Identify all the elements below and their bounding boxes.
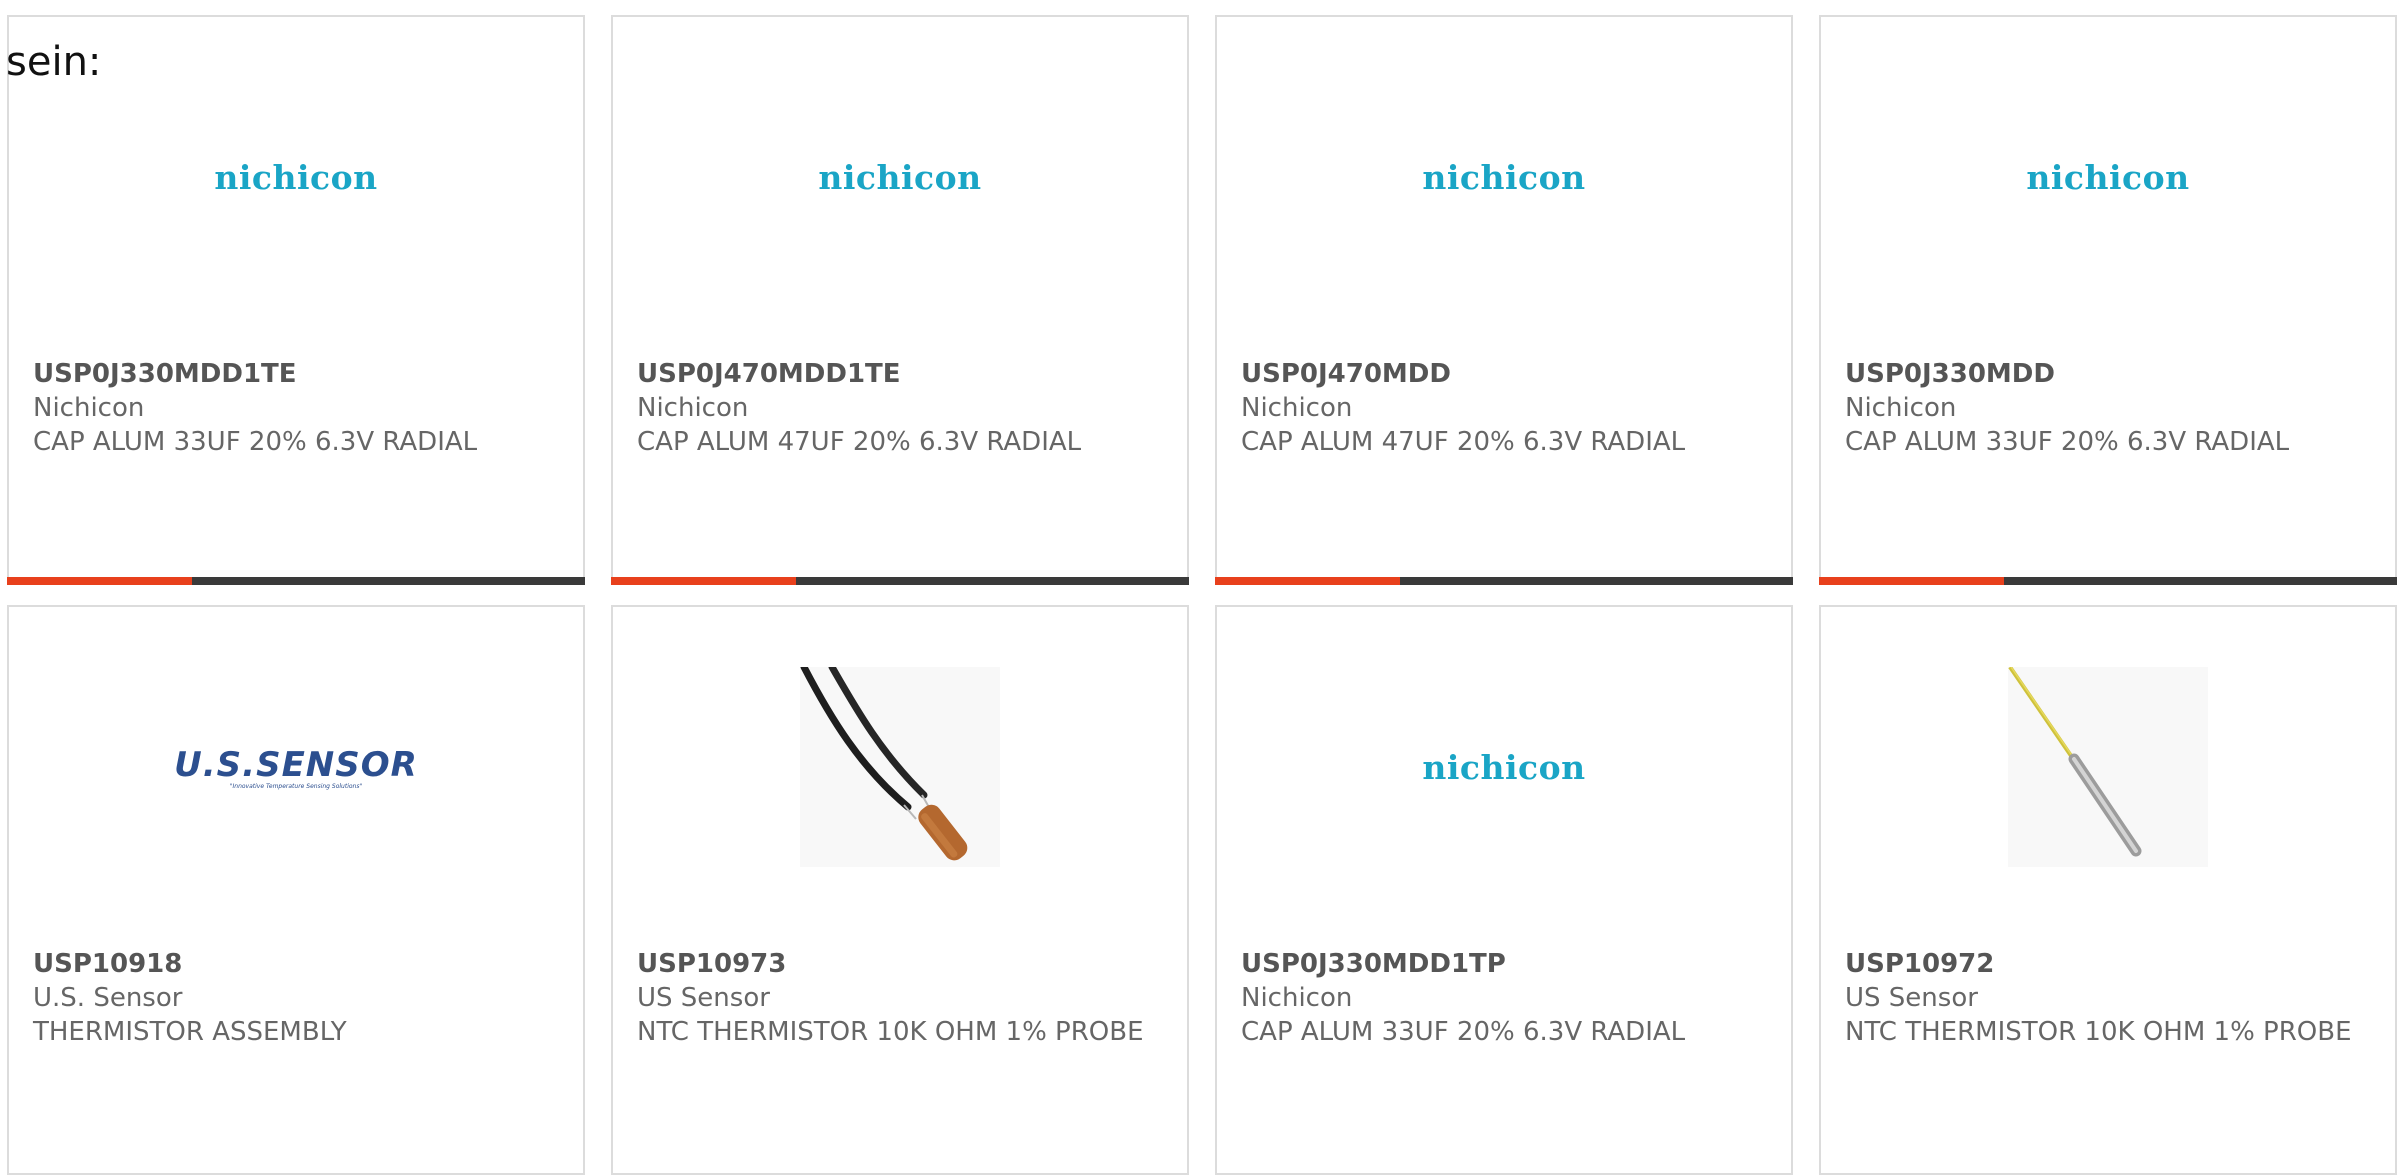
nichicon-logo: nichicon (1422, 157, 1586, 197)
thermistor-probe-steel-photo (2008, 667, 2208, 867)
part-number-link[interactable]: USP0J470MDD1TE (637, 357, 1163, 391)
part-number-link[interactable]: USP0J330MDD1TE (33, 357, 559, 391)
bar-accent (611, 577, 796, 585)
product-image[interactable] (613, 667, 1187, 867)
part-number-link[interactable]: USP0J470MDD (1241, 357, 1767, 391)
product-card[interactable]: nichicon USP0J330MDD1TE Nichicon CAP ALU… (7, 15, 585, 585)
bar-accent (1819, 577, 2004, 585)
bar-accent (1215, 577, 1400, 585)
product-image[interactable]: nichicon (1821, 77, 2395, 277)
card-bottom-bar (611, 577, 1189, 585)
manufacturer: Nichicon (637, 393, 749, 423)
us-sensor-logo: U.S.SENSOR "Innovative Temperature Sensi… (174, 745, 418, 790)
product-image[interactable]: nichicon (9, 77, 583, 277)
product-image[interactable]: U.S.SENSOR "Innovative Temperature Sensi… (9, 667, 583, 867)
product-card[interactable]: USP10972 US Sensor NTC THERMISTOR 10K OH… (1819, 605, 2397, 1175)
description: CAP ALUM 47UF 20% 6.3V RADIAL (1241, 427, 1686, 457)
manufacturer: Nichicon (1241, 983, 1353, 1013)
product-card[interactable]: nichicon USP0J330MDD Nichicon CAP ALUM 3… (1819, 15, 2397, 585)
manufacturer: Nichicon (33, 393, 145, 423)
card-bottom-bar (1819, 577, 2397, 585)
nichicon-logo: nichicon (2026, 157, 2190, 197)
card-bottom-bar (7, 577, 585, 585)
description: THERMISTOR ASSEMBLY (33, 1017, 347, 1047)
manufacturer: Nichicon (1845, 393, 1957, 423)
product-image[interactable]: nichicon (1217, 77, 1791, 277)
nichicon-logo: nichicon (214, 157, 378, 197)
part-number-link[interactable]: USP0J330MDD (1845, 357, 2371, 391)
manufacturer: U.S. Sensor (33, 983, 183, 1013)
description: CAP ALUM 33UF 20% 6.3V RADIAL (1845, 427, 2290, 457)
product-image[interactable]: nichicon (613, 77, 1187, 277)
description: NTC THERMISTOR 10K OHM 1% PROBE (1845, 1017, 2352, 1047)
bar-accent (7, 577, 192, 585)
product-image[interactable]: nichicon (1217, 667, 1791, 867)
description: NTC THERMISTOR 10K OHM 1% PROBE (637, 1017, 1144, 1047)
description: CAP ALUM 33UF 20% 6.3V RADIAL (33, 427, 478, 457)
product-image[interactable] (1821, 667, 2395, 867)
description: CAP ALUM 47UF 20% 6.3V RADIAL (637, 427, 1082, 457)
product-card[interactable]: USP10973 US Sensor NTC THERMISTOR 10K OH… (611, 605, 1189, 1175)
manufacturer: Nichicon (1241, 393, 1353, 423)
manufacturer: US Sensor (637, 983, 770, 1013)
us-sensor-tagline: "Innovative Temperature Sensing Solution… (229, 782, 363, 790)
intro-text: sein: (6, 39, 102, 85)
card-bottom-bar (1215, 577, 1793, 585)
product-card[interactable]: nichicon USP0J470MDD1TE Nichicon CAP ALU… (611, 15, 1189, 585)
nichicon-logo: nichicon (818, 157, 982, 197)
part-number-link[interactable]: USP10918 (33, 947, 559, 981)
part-number-link[interactable]: USP10972 (1845, 947, 2371, 981)
thermistor-probe-copper-photo (800, 667, 1000, 867)
part-number-link[interactable]: USP0J330MDD1TP (1241, 947, 1767, 981)
us-sensor-logo-text: U.S.SENSOR (174, 744, 418, 785)
part-number-link[interactable]: USP10973 (637, 947, 1163, 981)
product-card[interactable]: nichicon USP0J470MDD Nichicon CAP ALUM 4… (1215, 15, 1793, 585)
product-card[interactable]: U.S.SENSOR "Innovative Temperature Sensi… (7, 605, 585, 1175)
nichicon-logo: nichicon (1422, 747, 1586, 787)
manufacturer: US Sensor (1845, 983, 1978, 1013)
description: CAP ALUM 33UF 20% 6.3V RADIAL (1241, 1017, 1686, 1047)
product-card[interactable]: nichicon USP0J330MDD1TP Nichicon CAP ALU… (1215, 605, 1793, 1175)
